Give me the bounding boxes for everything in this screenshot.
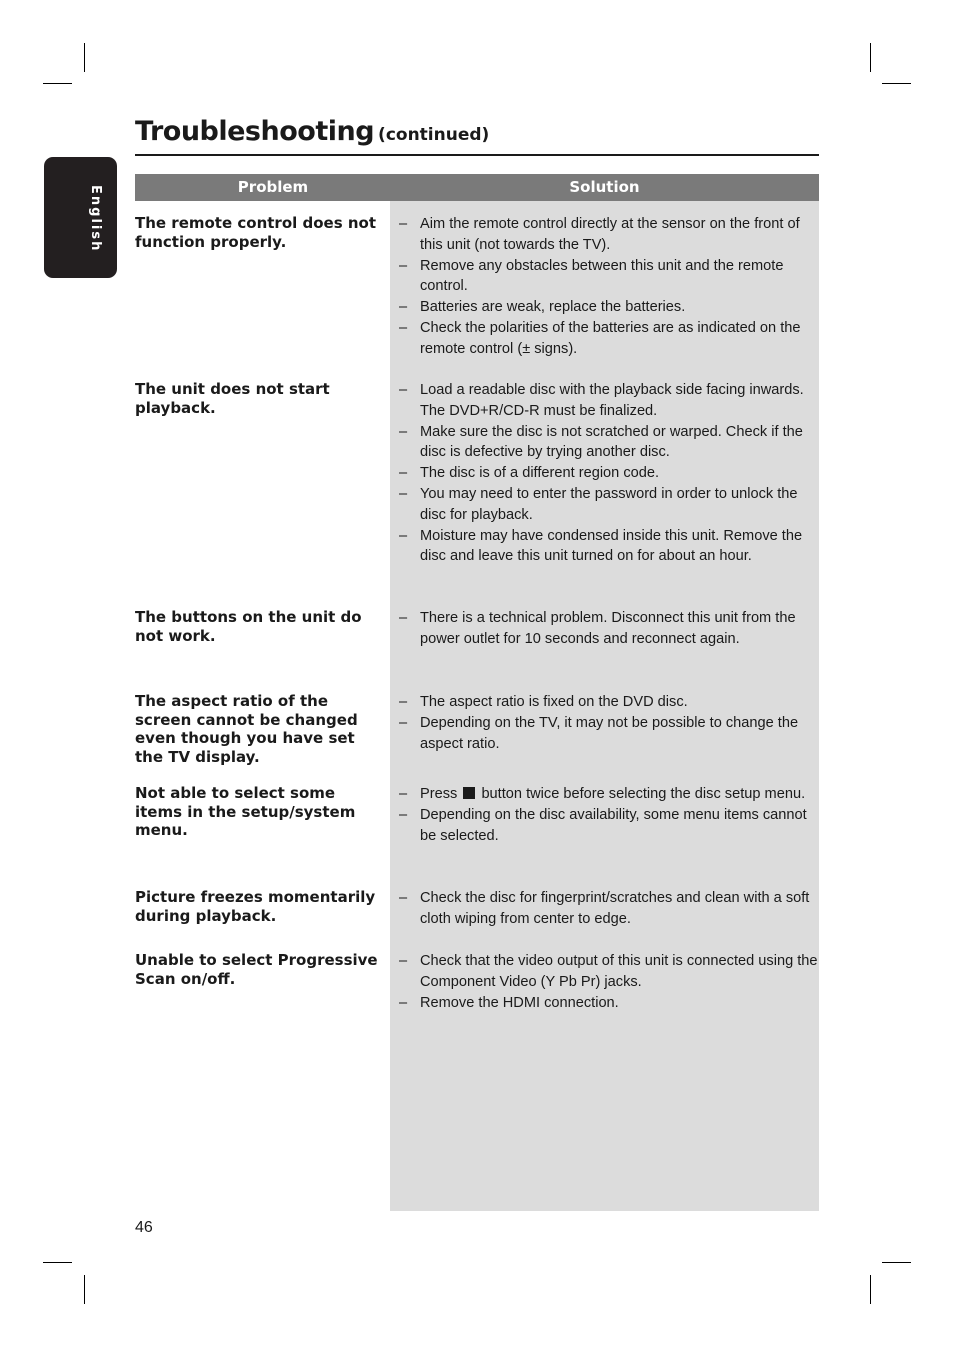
solution-text: Load a readable disc with the playback s…	[420, 382, 804, 419]
problem-text: The buttons on the unit do not work.	[135, 608, 362, 645]
solution-text: The disc is of a different region code.	[420, 465, 660, 482]
page-title: Troubleshooting (continued)	[135, 116, 489, 147]
solution-item: – Make sure the disc is not scratched or …	[399, 422, 819, 464]
dash-bullet-icon: –	[399, 465, 408, 482]
solution-text: Press	[420, 786, 458, 802]
crop-mark	[43, 1262, 72, 1263]
page-number: 46	[135, 1219, 153, 1236]
page-title-text: Troubleshooting	[135, 116, 375, 147]
solution-list: – Load a readable disc with the playback …	[399, 380, 819, 567]
solution-text: Make sure the disc is not scratched or w…	[420, 423, 803, 461]
solution-item: – Press button twice before selecting the…	[399, 784, 819, 805]
solution-item: – Check the disc for fingerprint/scratche…	[399, 888, 819, 930]
dash-bullet-icon: –	[399, 806, 408, 823]
solution-item: – The disc is of a different region code.	[399, 463, 819, 484]
dash-bullet-icon: –	[399, 953, 408, 969]
crop-mark	[870, 1275, 871, 1304]
solution-text: Check that the video output of this unit…	[420, 953, 818, 990]
dash-bullet-icon: –	[399, 994, 408, 1011]
solution-text: Remove the HDMI connection.	[420, 994, 619, 1011]
solution-item: – There is a technical problem. Disconnec…	[399, 608, 819, 650]
language-tab: English	[44, 157, 117, 278]
solution-item: – Check the polarities of the batteries a…	[399, 318, 819, 360]
crop-mark	[870, 43, 871, 72]
crop-mark	[882, 1262, 911, 1263]
crop-mark	[43, 83, 72, 84]
solution-list: – Check the disc for fingerprint/scratche…	[399, 888, 819, 930]
solution-list: – Check that the video output of this uni…	[399, 951, 819, 1013]
crop-mark	[882, 83, 911, 84]
solution-item: – Aim the remote control directly at the …	[399, 214, 819, 256]
language-tab-label: English	[88, 185, 103, 253]
solution-text: Check the polarities of the batteries ar…	[420, 319, 801, 357]
solution-item: – Depending on the disc availability, som…	[399, 805, 819, 847]
solution-list: – There is a technical problem. Disconnec…	[399, 608, 819, 650]
solution-item: – Remove any obstacles between this unit …	[399, 256, 819, 298]
solution-text: Depending on the disc availability, some…	[420, 806, 807, 844]
solution-item: – Moisture may have condensed inside this…	[399, 526, 819, 568]
problem-text: Not able to select some items in the set…	[135, 784, 356, 839]
dash-bullet-icon: –	[399, 610, 408, 626]
solution-item: – Check that the video output of this uni…	[399, 951, 819, 993]
problem-text: The unit does not start playback.	[135, 380, 330, 417]
crop-mark	[84, 1275, 85, 1304]
dash-bullet-icon: –	[399, 890, 408, 906]
problem-text: Unable to select Progressive Scan on/off…	[135, 951, 378, 988]
dash-bullet-icon: –	[399, 423, 408, 440]
dash-bullet-icon: –	[399, 694, 408, 710]
solution-text: Moisture may have condensed inside this …	[420, 527, 803, 565]
solution-list: – Aim the remote control directly at the …	[399, 214, 819, 360]
solution-item: – Depending on the TV, it may not be poss…	[399, 713, 819, 755]
stop-icon	[463, 787, 476, 799]
dash-bullet-icon: –	[399, 485, 408, 502]
column-header-problem: Problem	[237, 178, 309, 196]
solution-text: Remove any obstacles between this unit a…	[420, 257, 784, 295]
problem-text: The remote control does not function pro…	[135, 214, 377, 251]
solution-text: Check the disc for fingerprint/scratches…	[420, 890, 810, 927]
dash-bullet-icon: –	[399, 527, 408, 544]
dash-bullet-icon: –	[399, 299, 408, 316]
dash-bullet-icon: –	[399, 319, 408, 336]
solution-list: – The aspect ratio is fixed on the DVD di…	[399, 692, 819, 754]
solution-item: – Batteries are weak, replace the batteri…	[399, 297, 819, 318]
solution-item: – Load a readable disc with the playback …	[399, 380, 819, 422]
dash-bullet-icon: –	[399, 216, 408, 232]
solution-item: – Remove the HDMI connection.	[399, 993, 819, 1014]
solution-text: Batteries are weak, replace the batterie…	[420, 299, 686, 316]
dash-bullet-icon: –	[399, 714, 408, 731]
solution-item: – You may need to enter the password in o…	[399, 484, 819, 526]
dash-bullet-icon: –	[399, 786, 408, 802]
dash-bullet-icon: –	[399, 257, 408, 274]
column-header-solution: Solution	[569, 178, 640, 196]
solution-item: – The aspect ratio is fixed on the DVD di…	[399, 692, 819, 713]
problem-text: The aspect ratio of the screen cannot be…	[135, 692, 358, 766]
table-header: Problem Solution	[135, 174, 819, 201]
problem-text: Picture freezes momentarily during playb…	[135, 888, 376, 925]
solution-text: The aspect ratio is fixed on the DVD dis…	[420, 694, 688, 710]
solution-text: button twice before selecting the disc s…	[481, 786, 806, 802]
crop-mark	[84, 43, 85, 72]
page-header: Troubleshooting (continued)	[135, 112, 819, 156]
solution-text: Aim the remote control directly at the s…	[420, 216, 800, 253]
solution-text: There is a technical problem. Disconnect…	[420, 610, 796, 647]
page-title-suffix: (continued)	[378, 125, 490, 145]
dash-bullet-icon: –	[399, 382, 408, 398]
solution-text: You may need to enter the password in or…	[420, 485, 798, 523]
solution-list: – Press button twice before selecting the…	[399, 784, 819, 846]
solution-text: Depending on the TV, it may not be possi…	[420, 714, 799, 752]
